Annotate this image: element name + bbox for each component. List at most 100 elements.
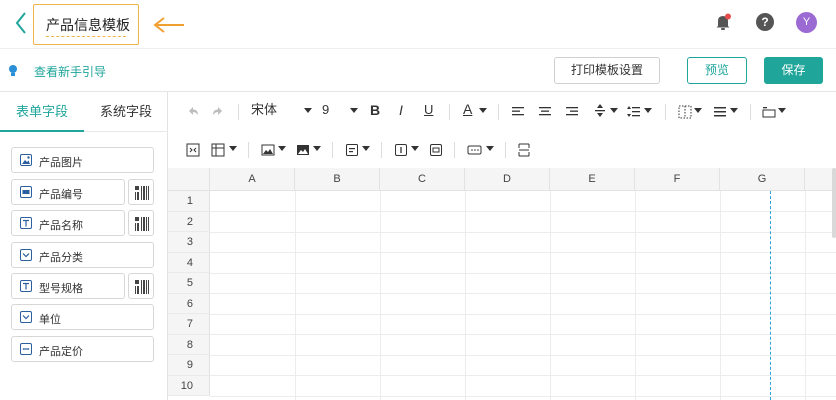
tab-system-fields[interactable]: 系统字段 <box>84 92 168 132</box>
field-label: 单位 <box>39 314 61 326</box>
grid-line <box>210 211 836 212</box>
select-all-corner[interactable] <box>168 168 210 191</box>
image-icon <box>20 154 32 166</box>
dropdown-icon <box>20 249 32 261</box>
field-product-number[interactable]: 产品编号 <box>11 179 125 205</box>
line-spacing-icon[interactable] <box>627 102 641 122</box>
table-icon[interactable] <box>211 140 225 160</box>
vertical-scrollbar[interactable] <box>832 168 836 238</box>
row-header[interactable]: 1 <box>168 191 210 212</box>
field-model-spec[interactable]: 型号规格 <box>11 273 125 299</box>
chevron-down-icon[interactable] <box>778 108 786 113</box>
field-label: 产品编号 <box>39 189 83 201</box>
row-header[interactable]: 4 <box>168 252 210 273</box>
chevron-down-icon[interactable] <box>362 146 370 151</box>
insert-field-icon[interactable] <box>394 140 408 160</box>
field-product-name[interactable]: 产品名称 <box>11 210 125 236</box>
column-header[interactable]: B <box>295 168 380 191</box>
help-icon[interactable]: ? <box>756 13 774 31</box>
vertical-align-icon[interactable] <box>594 101 606 121</box>
field-label: 产品图片 <box>39 157 83 169</box>
chevron-down-icon[interactable] <box>350 108 358 113</box>
insert-control-icon[interactable] <box>467 140 483 160</box>
row-header[interactable]: 5 <box>168 273 210 294</box>
font-family-select[interactable]: 宋体 <box>251 100 277 120</box>
row-header[interactable]: 6 <box>168 293 210 314</box>
text-icon <box>20 280 32 292</box>
insert-image-icon[interactable] <box>261 140 275 160</box>
chevron-down-icon[interactable] <box>313 146 321 151</box>
guide-link[interactable]: 查看新手引导 <box>34 63 106 80</box>
chevron-down-icon[interactable] <box>304 108 312 113</box>
italic-button[interactable]: I <box>399 100 403 120</box>
print-settings-button[interactable]: 打印模板设置 <box>554 57 660 84</box>
underline-button[interactable]: U <box>424 100 433 120</box>
chevron-down-icon[interactable] <box>411 146 419 151</box>
barcode-icon <box>135 280 149 294</box>
template-title[interactable]: 产品信息模板 <box>46 15 130 35</box>
merge-cells-icon[interactable] <box>186 140 200 160</box>
row-header[interactable]: 10 <box>168 375 210 396</box>
border-icon[interactable] <box>678 102 692 122</box>
grid-line <box>210 395 836 397</box>
toolbar-separator <box>449 104 450 120</box>
amount-icon <box>20 343 32 355</box>
barcode-button[interactable] <box>128 210 154 236</box>
chevron-down-icon[interactable] <box>486 146 494 151</box>
column-header[interactable]: F <box>635 168 720 191</box>
insert-text-icon[interactable] <box>345 140 359 160</box>
bold-button[interactable]: B <box>370 100 380 120</box>
tab-form-fields[interactable]: 表单字段 <box>0 92 84 132</box>
chevron-down-icon[interactable] <box>479 108 487 113</box>
template-title-box[interactable]: 产品信息模板 <box>33 4 139 45</box>
column-header[interactable]: A <box>210 168 295 191</box>
row-header[interactable]: 7 <box>168 314 210 335</box>
dropdown-icon <box>20 311 32 323</box>
grid-line <box>380 191 381 400</box>
chevron-down-icon[interactable] <box>694 108 702 113</box>
spreadsheet-grid[interactable]: A B C D E F G 1 2 3 4 5 6 7 8 9 10 <box>168 168 836 400</box>
save-button[interactable]: 保存 <box>764 57 823 84</box>
border-style-icon[interactable] <box>713 102 727 122</box>
barcode-icon <box>135 186 149 200</box>
preview-button[interactable]: 预览 <box>687 57 747 84</box>
align-center-icon[interactable] <box>538 102 552 122</box>
barcode-button[interactable] <box>128 179 154 205</box>
font-size-select[interactable]: 9 <box>322 100 329 120</box>
grid-line <box>210 231 836 233</box>
field-product-category[interactable]: 产品分类 <box>11 242 154 268</box>
chevron-left-icon[interactable] <box>14 10 28 36</box>
field-product-price[interactable]: 产品定价 <box>11 336 154 362</box>
field-unit[interactable]: 单位 <box>11 304 154 330</box>
align-left-icon[interactable] <box>511 102 525 122</box>
insert-picture-icon[interactable] <box>296 140 310 160</box>
row-header[interactable]: 3 <box>168 232 210 253</box>
row-header[interactable]: 9 <box>168 355 210 376</box>
align-right-icon[interactable] <box>565 102 579 122</box>
insert-box-icon[interactable] <box>429 140 443 160</box>
column-header[interactable]: D <box>465 168 550 191</box>
page-break-icon[interactable] <box>517 140 531 160</box>
toolbar-separator <box>665 104 666 120</box>
undo-icon[interactable] <box>186 102 200 122</box>
field-product-image[interactable]: 产品图片 <box>11 147 154 173</box>
column-header[interactable]: E <box>550 168 635 191</box>
avatar[interactable]: Y <box>796 12 817 33</box>
field-label: 产品名称 <box>39 220 83 232</box>
barcode-button[interactable] <box>128 273 154 299</box>
chevron-down-icon[interactable] <box>610 108 618 113</box>
column-header[interactable]: G <box>720 168 805 191</box>
format-toolbar: 宋体 9 B I U A <box>168 92 836 168</box>
chevron-down-icon[interactable] <box>644 108 652 113</box>
bell-icon[interactable] <box>714 13 732 31</box>
column-header[interactable]: C <box>380 168 465 191</box>
chevron-down-icon[interactable] <box>730 108 738 113</box>
field-panel: 表单字段 系统字段 产品图片 产品编号 产品名称 产品分类 型号规格 单位 产品… <box>0 92 168 400</box>
font-color-button[interactable]: A <box>463 99 472 119</box>
row-header[interactable]: 2 <box>168 211 210 232</box>
chevron-down-icon[interactable] <box>278 146 286 151</box>
text-wrap-icon[interactable] <box>762 102 776 122</box>
row-header[interactable]: 8 <box>168 334 210 355</box>
chevron-down-icon[interactable] <box>229 146 237 151</box>
redo-icon[interactable] <box>211 102 225 122</box>
